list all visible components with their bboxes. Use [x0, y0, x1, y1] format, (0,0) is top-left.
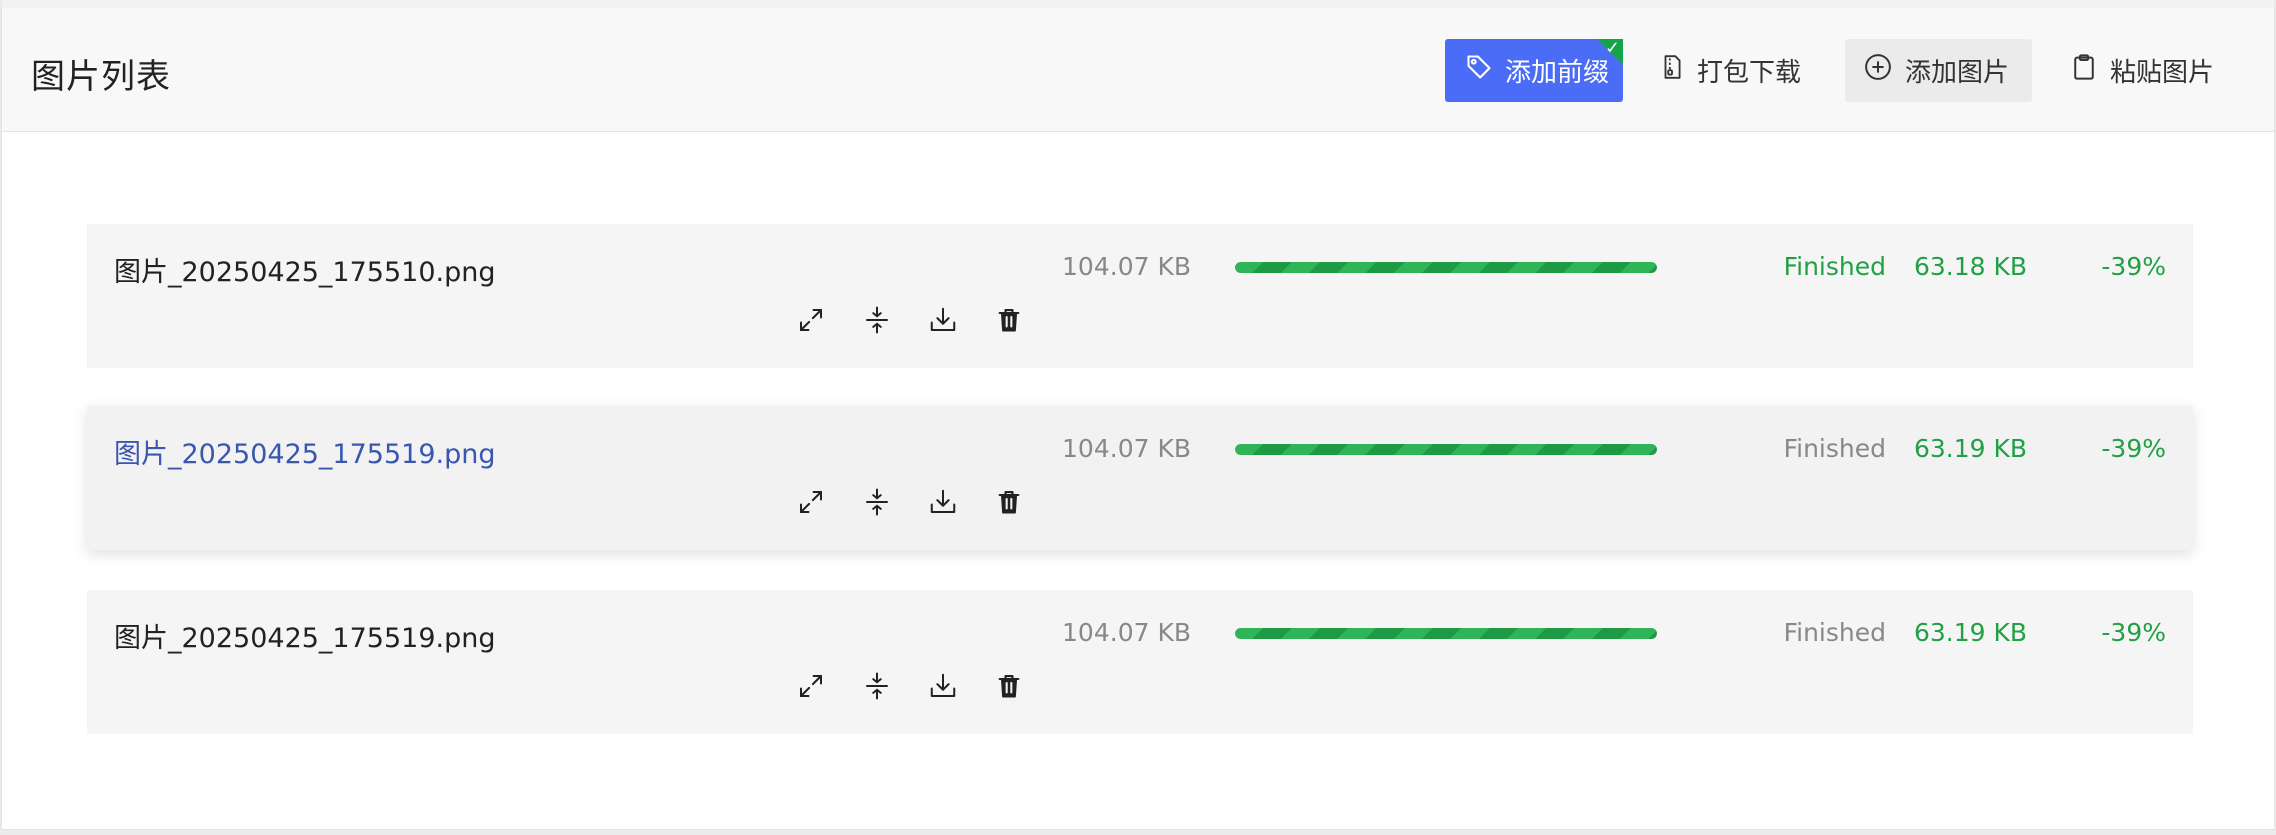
- compress-button[interactable]: [859, 671, 895, 705]
- progress-bar: [1235, 628, 1657, 639]
- add-image-button[interactable]: 添加图片: [1845, 39, 2032, 102]
- download-icon: [928, 487, 958, 521]
- download-button[interactable]: [925, 305, 961, 339]
- download-icon: [928, 305, 958, 339]
- pack-download-button[interactable]: 打包下载: [1647, 39, 1807, 102]
- plus-circle-icon: [1863, 52, 1893, 89]
- image-list-panel: 图片列表 添加前缀 ✓ 打包下载 添加图片 粘贴图片 图片_20250425_1…: [1, 0, 2275, 830]
- tag-icon: [1465, 53, 1493, 88]
- compression-ratio: -39%: [2101, 434, 2166, 463]
- compress-icon: [862, 305, 892, 339]
- download-button[interactable]: [925, 671, 961, 705]
- paste-image-label: 粘贴图片: [2110, 58, 2215, 88]
- file-row[interactable]: 图片_20250425_175510.png 104.07 KB Finishe…: [87, 224, 2193, 368]
- trash-icon: [995, 671, 1023, 705]
- expand-icon: [796, 305, 826, 339]
- download-icon: [928, 671, 958, 705]
- expand-icon: [796, 671, 826, 705]
- file-name[interactable]: 图片_20250425_175519.png: [114, 616, 495, 655]
- compression-ratio: -39%: [2101, 618, 2166, 647]
- compress-icon: [862, 671, 892, 705]
- preview-button[interactable]: [793, 305, 829, 339]
- preview-button[interactable]: [793, 487, 829, 521]
- trash-icon: [995, 305, 1023, 339]
- expand-icon: [796, 487, 826, 521]
- compressed-size: 63.19 KB: [1913, 618, 2027, 647]
- status-text: Finished: [1783, 618, 1886, 647]
- progress-fill: [1235, 444, 1657, 455]
- file-name[interactable]: 图片_20250425_175519.png: [114, 432, 495, 471]
- pack-download-label: 打包下载: [1697, 58, 1802, 88]
- delete-button[interactable]: [991, 305, 1027, 339]
- progress-fill: [1235, 262, 1657, 273]
- compress-button[interactable]: [859, 305, 895, 339]
- add-image-label: 添加图片: [1905, 58, 2010, 88]
- original-size: 104.07 KB: [1062, 618, 1191, 647]
- panel-header: 图片列表 添加前缀 ✓ 打包下载 添加图片 粘贴图片: [2, 8, 2274, 132]
- delete-button[interactable]: [991, 487, 1027, 521]
- original-size: 104.07 KB: [1062, 434, 1191, 463]
- compression-ratio: -39%: [2101, 252, 2166, 281]
- trash-icon: [995, 487, 1023, 521]
- file-row[interactable]: 图片_20250425_175519.png 104.07 KB Finishe…: [87, 406, 2193, 550]
- delete-button[interactable]: [991, 671, 1027, 705]
- original-size: 104.07 KB: [1062, 252, 1191, 281]
- zip-file-icon: [1659, 53, 1685, 88]
- status-text: Finished: [1783, 434, 1886, 463]
- page-title: 图片列表: [31, 57, 171, 97]
- clipboard-icon: [2070, 52, 2098, 89]
- status-text: Finished: [1783, 252, 1886, 281]
- preview-button[interactable]: [793, 671, 829, 705]
- add-prefix-label: 添加前缀: [1505, 58, 1610, 88]
- compressed-size: 63.19 KB: [1913, 434, 2027, 463]
- progress-fill: [1235, 628, 1657, 639]
- compress-icon: [862, 487, 892, 521]
- compress-button[interactable]: [859, 487, 895, 521]
- paste-image-button[interactable]: 粘贴图片: [2048, 39, 2234, 102]
- download-button[interactable]: [925, 487, 961, 521]
- compressed-size: 63.18 KB: [1913, 252, 2027, 281]
- progress-bar: [1235, 262, 1657, 273]
- progress-bar: [1235, 444, 1657, 455]
- file-name[interactable]: 图片_20250425_175510.png: [114, 250, 495, 289]
- file-row[interactable]: 图片_20250425_175519.png 104.07 KB Finishe…: [87, 590, 2193, 734]
- add-prefix-button[interactable]: 添加前缀 ✓: [1445, 39, 1623, 102]
